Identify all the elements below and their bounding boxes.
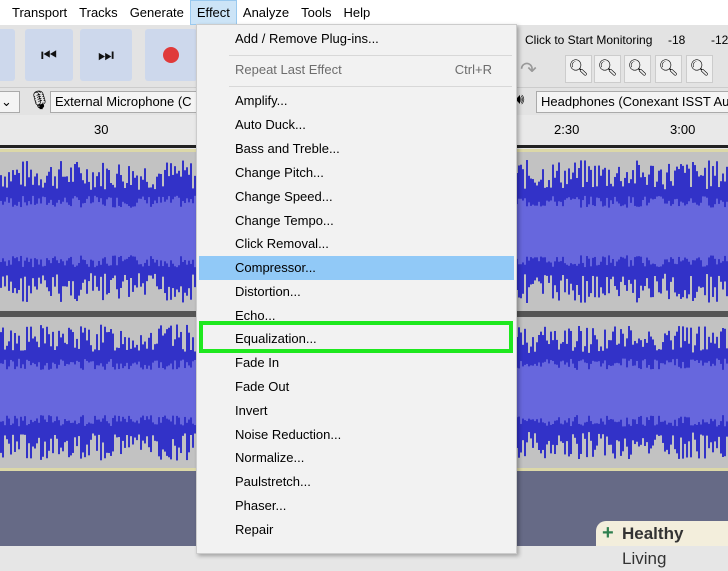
menu-separator (229, 55, 512, 56)
menu-item-compressor[interactable]: Compressor... (199, 256, 514, 280)
menu-item-bass-and-treble[interactable]: Bass and Treble... (199, 137, 514, 161)
zoom-in-button[interactable]: 🔍︎ (565, 55, 592, 83)
menu-item-label: Change Tempo... (235, 213, 334, 228)
menu-item-invert[interactable]: Invert (199, 399, 514, 423)
menu-item-label: Bass and Treble... (235, 141, 340, 156)
watermark-rest: Living (622, 549, 667, 568)
menu-item-label: Invert (235, 403, 268, 418)
menu-analyze[interactable]: Analyze (237, 0, 295, 25)
menu-item-repair[interactable]: Repair (199, 518, 514, 542)
menu-item-label: Fade Out (235, 379, 290, 394)
record-button[interactable] (145, 29, 197, 81)
menu-item-label: Change Pitch... (235, 165, 324, 180)
zoom-out-button[interactable]: 🔍︎ (594, 55, 621, 83)
menu-item-paulstretch[interactable]: Paulstretch... (199, 470, 514, 494)
menu-item-label: Click Removal... (235, 236, 329, 251)
skip-start-icon: ⏮ (40, 44, 58, 65)
timeline-label: 2:30 (554, 122, 580, 137)
menu-item-auto-duck[interactable]: Auto Duck... (199, 113, 514, 137)
menu-help[interactable]: Help (338, 0, 377, 25)
menu-item-label: Paulstretch... (235, 474, 311, 489)
menu-item-normalize[interactable]: Normalize... (199, 446, 514, 470)
plus-icon: + (602, 522, 614, 544)
input-device-select[interactable]: External Microphone (C (50, 91, 200, 113)
skip-end-button[interactable]: ⏭ (80, 29, 132, 81)
menu-item-label: Add / Remove Plug-ins... (235, 31, 379, 46)
monitor-label[interactable]: Click to Start Monitoring (525, 33, 652, 47)
menu-item-label: Phaser... (235, 498, 287, 513)
menu-transport[interactable]: Transport (0, 0, 73, 25)
menu-item-click-removal[interactable]: Click Removal... (199, 232, 514, 256)
menu-item-fade-in[interactable]: Fade In (199, 351, 514, 375)
menu-separator (229, 86, 512, 87)
record-icon (163, 47, 179, 63)
menu-item-label: Fade In (235, 355, 280, 370)
menu-item-noise-reduction[interactable]: Noise Reduction... (199, 423, 514, 447)
menu-generate[interactable]: Generate (124, 0, 190, 25)
menu-item-label: Amplify... (235, 93, 288, 108)
fit-selection-button[interactable]: 🔍︎ (624, 55, 651, 83)
menu-effect[interactable]: Effect (189, 0, 237, 25)
zoom-toggle-button[interactable]: 🔍︎ (686, 55, 713, 83)
menu-item-change-tempo[interactable]: Change Tempo... (199, 209, 514, 233)
timeline-label: 30 (94, 122, 109, 137)
output-device-select[interactable]: Headphones (Conexant ISST Au (536, 91, 728, 113)
menu-tracks[interactable]: Tracks (73, 0, 124, 25)
menu-item-change-speed[interactable]: Change Speed... (199, 185, 514, 209)
meter-tick: -18 (668, 33, 686, 47)
menu-item-label: Compressor... (235, 260, 316, 275)
menu-item-label: Repeat Last Effect (235, 62, 342, 77)
menu-item-add-remove-plug-ins[interactable]: Add / Remove Plug-ins... (199, 27, 514, 51)
redo-icon[interactable]: ↷ (520, 57, 537, 82)
menu-item-label: Noise Reduction... (235, 427, 342, 442)
menu-tools[interactable]: Tools (295, 0, 337, 25)
menu-item-label: Distortion... (235, 284, 301, 299)
stop-button[interactable] (0, 29, 15, 81)
equalization-highlight-box (199, 321, 513, 353)
shortcut-label: Ctrl+R (454, 62, 492, 77)
menu-item-fade-out[interactable]: Fade Out (199, 375, 514, 399)
menubar: Transport Tracks Generate Effect Analyze… (0, 0, 728, 25)
menu-item-amplify[interactable]: Amplify... (199, 89, 514, 113)
menu-item-phaser[interactable]: Phaser... (199, 494, 514, 518)
fit-project-button[interactable]: 🔍︎ (655, 55, 682, 83)
menu-item-label: Repair (235, 522, 274, 537)
menu-item-label: Auto Duck... (235, 117, 306, 132)
menu-item-label: Normalize... (235, 450, 305, 465)
meter-tick: -12 (711, 33, 728, 47)
microphone-icon: 🎙︎ (28, 90, 51, 110)
menu-item-label: Change Speed... (235, 189, 333, 204)
menu-item-repeat-last-effect: Repeat Last Effect Ctrl+R (199, 58, 514, 82)
watermark-logo: + Healthy Living (596, 521, 728, 568)
menu-item-change-pitch[interactable]: Change Pitch... (199, 161, 514, 185)
host-select[interactable]: ⌄ (0, 91, 20, 113)
skip-start-button[interactable]: ⏮ (25, 29, 73, 81)
skip-end-icon: ⏭ (97, 44, 115, 65)
effect-menu: Add / Remove Plug-ins... Repeat Last Effe… (196, 24, 517, 554)
menu-item-distortion[interactable]: Distortion... (199, 280, 514, 304)
timeline-label: 3:00 (670, 122, 696, 137)
watermark-bold: Healthy (622, 524, 684, 543)
